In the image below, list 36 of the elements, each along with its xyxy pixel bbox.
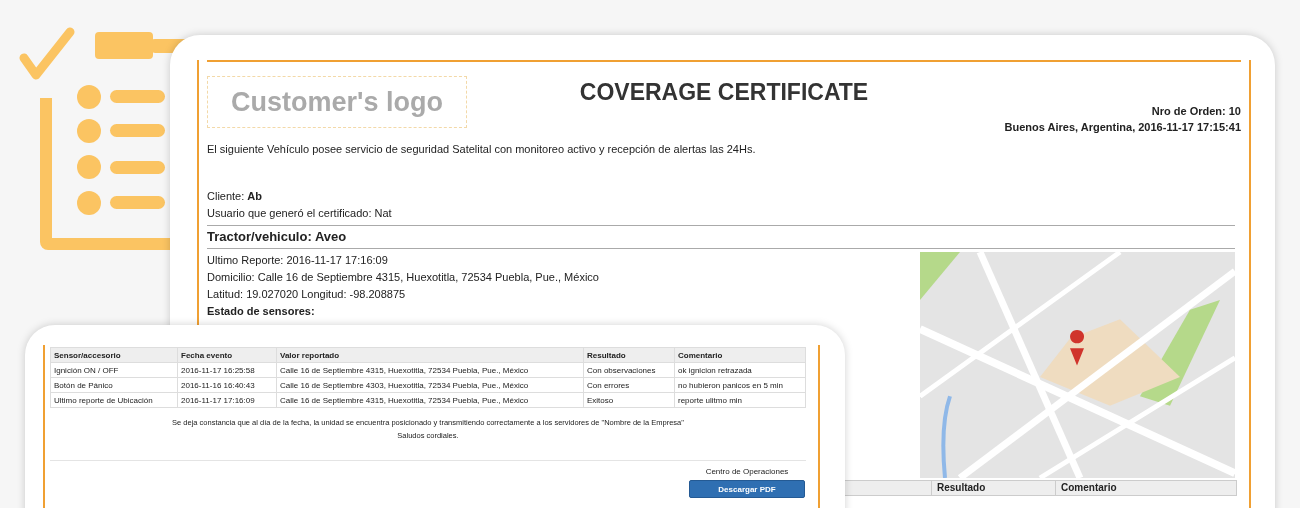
table-cell: no hubieron panicos en 5 min: [674, 377, 806, 393]
table-header-cell: Comentario: [1055, 481, 1236, 495]
table-cell: Ignición ON / OFF: [50, 362, 178, 378]
table-header-cell: Resultado: [931, 481, 1055, 495]
table-cell: Ultimo reporte de Ubicación: [50, 392, 178, 408]
table-cell: Con errores: [583, 377, 675, 393]
certificate-title: COVERAGE CERTIFICATE: [579, 79, 869, 106]
client-text: Cliente: Ab: [207, 189, 264, 204]
logo-placeholder-field: Customer's logo: [207, 76, 467, 128]
download-pdf-button[interactable]: Descargar PDF: [689, 480, 805, 498]
table-cell: Calle 16 de Septiembre 4315, Huexotitla, 72534 Puebla, Pue., México: [276, 392, 584, 408]
table-cell: Con observaciones: [583, 362, 675, 378]
table-cell: 2016-11-17 17:16:09: [177, 392, 277, 408]
table-cell: 2016-11-16 16:40:43: [177, 377, 277, 393]
table-header-cell: Fecha evento: [177, 347, 277, 363]
table-header-cell: Comentario: [674, 347, 806, 363]
order-number: Nro de Orden: 10: [1151, 104, 1241, 119]
table-cell: ok ignicion retrazada: [674, 362, 806, 378]
table-cell: Exitoso: [583, 392, 675, 408]
vehicle-detail: Domicilio: Calle 16 de Septiembre 4315, Huexotitla, 72534 Puebla, Pue., México: [207, 270, 599, 285]
user-text: Usuario que generó el certificado: Nat: [207, 206, 393, 221]
table-header-cell: Resultado: [583, 347, 675, 363]
vehicle-heading: Tractor/vehiculo: Aveo: [207, 229, 348, 245]
table-cell: Calle 16 de Septiembre 4315, Huexotitla, 72534 Puebla, Pue., México: [276, 362, 584, 378]
table-cell: Botón de Pánico: [50, 377, 178, 393]
sensors-heading: Estado de sensores:: [207, 304, 316, 319]
intro-text: El siguiente Vehículo posee servicio de seguridad Satelital con monitoreo activo y recepción de alertas las 24Hs.: [207, 143, 757, 155]
place-date: Buenos Aires, Argentina, 2016-11-17 17:15:41: [1004, 120, 1241, 135]
signature-text: Centro de Operaciones: [705, 467, 789, 476]
table-cell: 2016-11-17 16:25:58: [177, 362, 277, 378]
table-header-cell: Valor reportado: [276, 347, 584, 363]
vehicle-detail: Ultimo Reporte: 2016-11-17 17:16:09: [207, 253, 389, 268]
table-header-cell: Sensor/accesorio: [50, 347, 178, 363]
vehicle-detail: Latitud: 19.027020 Longitud: -98.208875: [207, 287, 407, 302]
table-cell: Calle 16 de Septiembre 4303, Huexotitla, 72534 Puebla, Pue., México: [276, 377, 584, 393]
table-cell: reporte ulitmo min: [674, 392, 806, 408]
